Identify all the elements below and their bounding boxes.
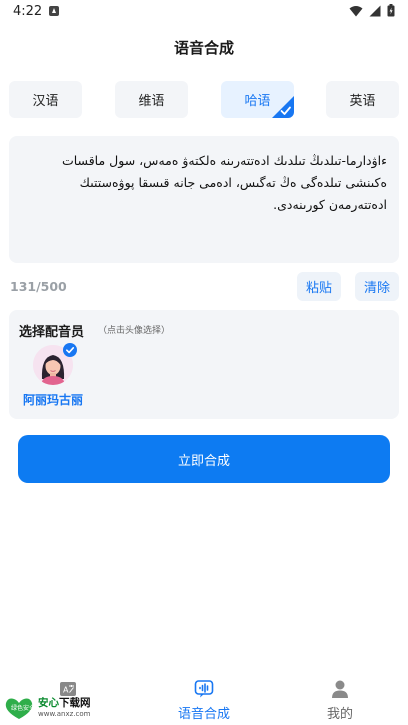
char-count: 131/500	[10, 279, 67, 294]
person-icon	[332, 680, 348, 698]
status-bar: 4:22	[0, 0, 408, 24]
speaker-avatar-button[interactable]	[33, 343, 77, 385]
page-title: 语音合成	[173, 39, 234, 57]
watermark: 绿色安全 安心下载网 www.anxz.com	[2, 694, 108, 722]
text-line: ءاۋدارما-تىلدىڭ تىلدىك ادەتتەرىنە ەلكتەۋ…	[61, 153, 387, 168]
tab-chinese[interactable]: 汉语	[9, 81, 82, 118]
speaker-panel-hint: （点击头像选择）	[98, 326, 171, 336]
nav-label: 我的	[326, 707, 353, 722]
notification-icon	[49, 6, 59, 16]
battery-icon	[387, 4, 395, 17]
synthesize-label: 立即合成	[177, 453, 230, 469]
tab-uyghur[interactable]: 维语	[115, 81, 188, 118]
selected-check-icon	[272, 96, 294, 118]
text-input-area[interactable]: ءاۋدارما-تىلدىڭ تىلدىك ادەتتەرىنە ەلكتەۋ…	[9, 136, 399, 263]
nav-label: 语音合成	[177, 707, 230, 722]
watermark-url: www.anxz.com	[38, 710, 91, 718]
clear-button[interactable]: 清除	[355, 272, 399, 301]
app-screen: 4:22 语音合成 汉语 维语 哈语 英语 ءاۋدارما-تىلدىڭ تى…	[0, 0, 408, 725]
voice-synthesis-icon	[194, 680, 214, 698]
watermark-title-green: 安心	[38, 697, 59, 709]
tab-label: 哈语	[244, 94, 271, 109]
input-text: ءاۋدارما-تىلدىڭ تىلدىك ادەتتەرىنە ەلكتەۋ…	[21, 150, 387, 216]
watermark-title: 安心下载网	[38, 695, 91, 710]
status-icons	[349, 4, 395, 17]
paste-button[interactable]: 粘贴	[297, 272, 341, 301]
synthesize-button[interactable]: 立即合成	[18, 435, 390, 483]
wifi-icon	[349, 5, 363, 16]
tab-label: 汉语	[32, 94, 59, 109]
watermark-title-dark: 下载网	[59, 697, 91, 709]
text-line: ەكىنشى تىلدەگى ەڭ تەگىس، ادەمى جانە قىسق…	[79, 175, 387, 190]
speaker-name: 阿丽玛古丽	[23, 393, 84, 407]
nav-item-mine[interactable]: 我的	[290, 672, 390, 725]
status-time: 4:22	[13, 4, 43, 19]
tab-english[interactable]: 英语	[326, 81, 399, 118]
watermark-logo: 绿色安全	[5, 698, 34, 719]
watermark-logo-text: 绿色安全	[11, 704, 34, 712]
speaker-panel-title: 选择配音员	[19, 325, 85, 340]
selected-check-icon	[63, 343, 77, 357]
nav-item-voice-synthesis[interactable]: 语音合成	[154, 672, 254, 725]
tab-label: 英语	[349, 94, 376, 109]
tab-label: 维语	[138, 94, 165, 109]
clear-label: 清除	[363, 281, 390, 296]
signal-icon	[369, 5, 381, 16]
paste-label: 粘贴	[305, 281, 332, 296]
speaker-panel: 选择配音员 （点击头像选择） 阿丽玛古丽	[9, 310, 399, 419]
text-line: ادەتتەرمەن كورىنەدى.	[273, 197, 387, 212]
tab-kazakh[interactable]: 哈语	[221, 81, 294, 118]
